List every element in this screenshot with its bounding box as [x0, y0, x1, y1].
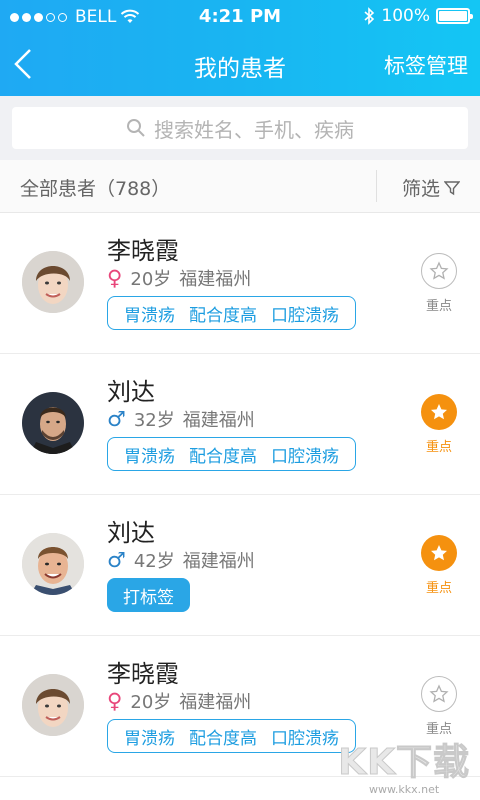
avatar — [22, 392, 84, 454]
tag-manage-button[interactable]: 标签管理 — [384, 50, 468, 80]
patient-location: 福建福州 — [182, 410, 255, 431]
female-icon: ♀ — [107, 266, 123, 290]
key-label: 重点 — [425, 299, 452, 314]
patient-location: 福建福州 — [179, 269, 252, 290]
tag: 口腔溃疡 — [271, 446, 339, 467]
filter-label: 筛选 — [401, 178, 440, 200]
patient-row[interactable]: 刘达 ♂ 42岁 福建福州 打标签 重点 — [0, 495, 480, 636]
status-bar: BELL 4:21 PM 100% — [0, 0, 480, 34]
app-header: BELL 4:21 PM 100% 我的患者 标签管理 — [0, 0, 480, 96]
patient-name: 李晓霞 — [107, 237, 179, 265]
nav-bar: 我的患者 标签管理 — [0, 34, 480, 96]
patient-name: 刘达 — [107, 519, 155, 547]
tag: 配合度高 — [189, 728, 257, 749]
male-icon: ♂ — [107, 548, 126, 572]
key-toggle[interactable]: 重点 — [420, 394, 458, 455]
search-area: 搜索姓名、手机、疾病 — [0, 96, 480, 160]
battery-icon — [436, 8, 473, 24]
patient-age: 20岁 — [130, 269, 172, 290]
patient-row[interactable]: 李晓霞 ♀ 20岁 福建福州 胃溃疡 配合度高 口腔溃疡 重点 — [0, 213, 480, 354]
tag: 口腔溃疡 — [271, 305, 339, 326]
male-icon: ♂ — [107, 407, 126, 431]
tag: 配合度高 — [189, 446, 257, 467]
patient-location: 福建福州 — [179, 692, 252, 713]
star-outline-icon — [421, 253, 457, 289]
avatar — [22, 674, 84, 736]
key-label: 重点 — [425, 581, 452, 596]
patient-list: 李晓霞 ♀ 20岁 福建福州 胃溃疡 配合度高 口腔溃疡 重点 刘达 ♂ 32岁… — [0, 213, 480, 777]
patient-info: ♂ 42岁 福建福州 — [107, 547, 255, 573]
key-toggle[interactable]: 重点 — [420, 676, 458, 737]
filter-button[interactable]: 筛选 — [402, 174, 460, 201]
patient-name: 李晓霞 — [107, 660, 179, 688]
avatar — [22, 533, 84, 595]
avatar — [22, 251, 84, 313]
tag-group[interactable]: 胃溃疡 配合度高 口腔溃疡 — [107, 437, 356, 471]
search-icon — [127, 119, 145, 137]
key-label: 重点 — [425, 440, 452, 455]
patient-info: ♀ 20岁 福建福州 — [107, 265, 251, 291]
key-toggle[interactable]: 重点 — [420, 253, 458, 314]
bluetooth-icon — [364, 7, 375, 25]
patient-age: 20岁 — [130, 692, 172, 713]
patient-info: ♀ 20岁 福建福州 — [107, 688, 251, 714]
add-tag-button[interactable]: 打标签 — [107, 578, 190, 612]
tag: 配合度高 — [189, 305, 257, 326]
filter-divider — [376, 170, 377, 202]
tag: 胃溃疡 — [124, 305, 175, 326]
patient-count: 全部患者（788） — [20, 178, 171, 200]
filter-bar: 全部患者（788） 筛选 — [0, 160, 480, 213]
tag: 胃溃疡 — [124, 728, 175, 749]
watermark-text: KK下载 — [338, 742, 470, 784]
patient-name: 刘达 — [107, 378, 155, 406]
patient-age: 32岁 — [133, 410, 175, 431]
tag-group[interactable]: 胃溃疡 配合度高 口腔溃疡 — [107, 719, 356, 753]
patient-info: ♂ 32岁 福建福州 — [107, 406, 255, 432]
funnel-icon — [444, 180, 460, 195]
patient-location: 福建福州 — [182, 551, 255, 572]
tag: 口腔溃疡 — [271, 728, 339, 749]
battery-percent: 100% — [381, 6, 430, 26]
female-icon: ♀ — [107, 689, 123, 713]
search-input[interactable]: 搜索姓名、手机、疾病 — [12, 107, 468, 149]
search-placeholder: 搜索姓名、手机、疾病 — [154, 117, 354, 142]
key-toggle[interactable]: 重点 — [420, 535, 458, 596]
status-right: 100% — [363, 6, 473, 26]
star-filled-icon — [421, 535, 457, 571]
watermark-logo: KK下载 www.kkx.net — [338, 733, 470, 797]
tag: 胃溃疡 — [124, 446, 175, 467]
tag-group[interactable]: 胃溃疡 配合度高 口腔溃疡 — [107, 296, 356, 330]
patient-age: 42岁 — [133, 551, 175, 572]
patient-row[interactable]: 刘达 ♂ 32岁 福建福州 胃溃疡 配合度高 口腔溃疡 重点 — [0, 354, 480, 495]
star-outline-icon — [421, 676, 457, 712]
star-filled-icon — [421, 394, 457, 430]
